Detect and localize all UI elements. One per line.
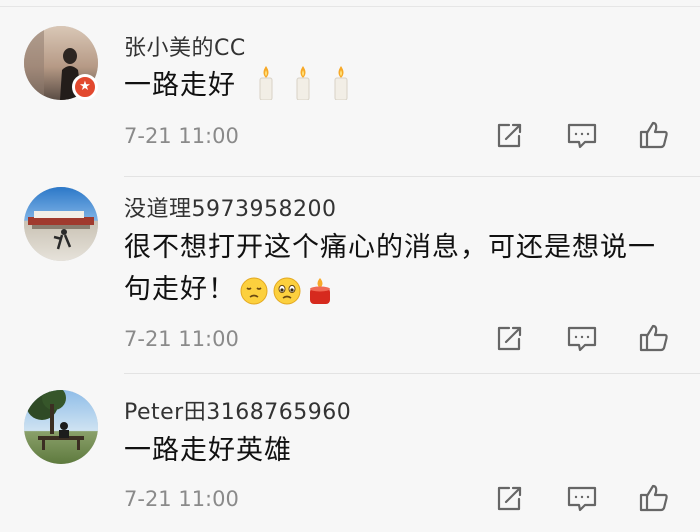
avatar[interactable] [24,187,98,261]
like-icon [639,324,668,352]
comment-button[interactable] [564,118,600,154]
share-button[interactable] [491,481,527,517]
candle-emoji-icon [258,66,274,113]
comment-text: 一路走好 [124,70,236,101]
comment-content: 一路走好 [124,65,664,113]
comment-item: ★ 张小美的CC 一路走好 7-21 11:00 [0,0,700,175]
comment-timestamp: 7-21 11:00 [124,124,239,148]
comment-text: 很不想打开这个痛心的消息，可还是想说一句走好！ [124,232,656,305]
share-icon [497,326,522,351]
share-icon [497,123,522,148]
avatar[interactable] [24,390,98,464]
share-button[interactable] [491,118,527,154]
like-button[interactable] [636,480,672,516]
sad-face-emoji-icon [239,276,269,319]
comment-icon [567,486,597,512]
verified-badge-icon: ★ [72,74,98,100]
comment-timestamp: 7-21 11:00 [124,327,239,351]
candle-emoji-icon [333,66,349,113]
teary-face-emoji-icon [272,276,302,319]
candle-emoji-icon [295,66,311,113]
comment-button[interactable] [564,481,600,517]
share-button[interactable] [491,321,527,357]
comment-icon [567,326,597,352]
comment-item: 没道理5973958200 很不想打开这个痛心的消息，可还是想说一句走好！ 7-… [0,177,700,372]
comment-username[interactable]: 没道理5973958200 [124,191,336,223]
comment-content: 很不想打开这个痛心的消息，可还是想说一句走好！ [124,227,664,319]
share-icon [497,486,522,511]
comment-username[interactable]: Peter田3168765960 [124,394,351,426]
candle-emoji-icon [305,276,335,319]
like-button[interactable] [636,117,672,153]
comment-icon [567,123,597,149]
like-button[interactable] [636,320,672,356]
comment-content: 一路走好英雄 [124,430,664,472]
comment-text: 一路走好英雄 [124,435,292,466]
comment-button[interactable] [564,321,600,357]
like-icon [639,121,668,149]
comment-timestamp: 7-21 11:00 [124,487,239,511]
comment-item: Peter田3168765960 一路走好英雄 7-21 11:00 [0,374,700,532]
comment-username[interactable]: 张小美的CC [124,30,246,62]
like-icon [639,484,668,512]
